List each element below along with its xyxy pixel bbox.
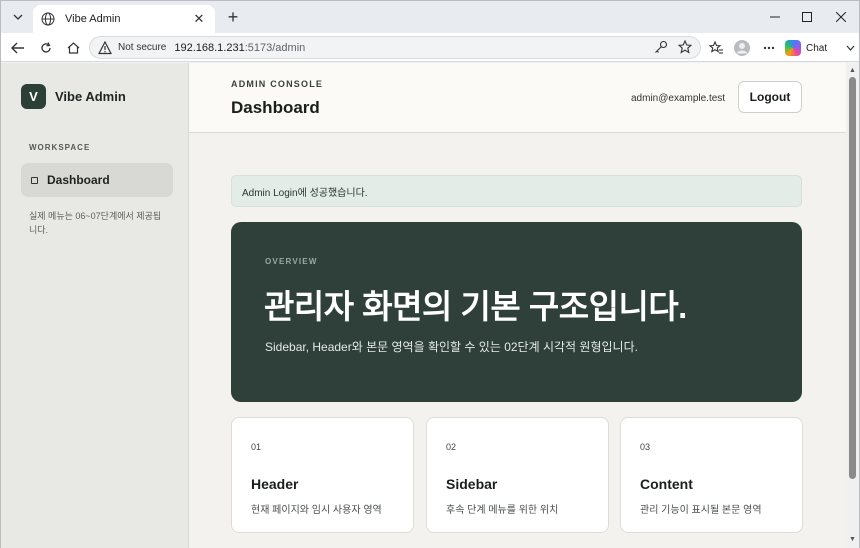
close-tab-icon[interactable]: ✕ (191, 11, 207, 27)
header-eyebrow: ADMIN CONSOLE (231, 79, 324, 89)
card-description: 후속 단계 메뉴를 위한 위치 (446, 505, 559, 516)
chevron-down-icon[interactable] (839, 37, 860, 59)
sidebar: V Vibe Admin WORKSPACE Dashboard 실제 메뉴는 … (1, 63, 189, 548)
home-icon[interactable] (62, 37, 84, 59)
card-title: Header (251, 476, 299, 492)
sidebar-item-label: Dashboard (47, 173, 110, 187)
tab-strip: Vibe Admin ✕ + (1, 1, 859, 33)
scrollbar-thumb[interactable] (849, 77, 856, 479)
hero-subtitle: Sidebar, Header와 본문 영역을 확인할 수 있는 02단계 시각… (265, 340, 638, 354)
card-title: Content (640, 476, 693, 492)
overview-hero: OVERVIEW 관리자 화면의 기본 구조입니다. Sidebar, Head… (231, 222, 802, 402)
hero-eyebrow: OVERVIEW (265, 257, 318, 266)
copilot-icon (785, 40, 801, 56)
card-description: 현재 페이지와 임시 사용자 영역 (251, 505, 382, 516)
back-arrow-icon[interactable] (7, 37, 29, 59)
sidebar-item-dashboard[interactable]: Dashboard (21, 163, 173, 197)
card-number: 03 (640, 442, 651, 452)
maximize-icon[interactable] (796, 7, 818, 27)
brand[interactable]: V Vibe Admin (21, 84, 126, 109)
info-card: 02 Sidebar 후속 단계 메뉴를 위한 위치 (426, 417, 609, 533)
chat-button[interactable]: Chat (785, 37, 827, 59)
main-area: ADMIN CONSOLE Dashboard admin@example.te… (189, 63, 846, 548)
card-number: 01 (251, 442, 262, 452)
browser-toolbar: Not secure 192.168.1.231 :5173/admin Cha… (1, 33, 859, 62)
brand-logo: V (21, 84, 46, 109)
globe-icon (41, 12, 55, 26)
warning-icon (98, 40, 112, 54)
hero-title: 관리자 화면의 기본 구조입니다. (264, 288, 687, 325)
success-alert: Admin Login에 성공했습니다. (231, 175, 802, 207)
scroll-up-icon[interactable]: ▲ (849, 67, 856, 74)
browser-window: Vibe Admin ✕ + Not secure 192.168.1.231 … (0, 0, 860, 548)
profile-avatar-icon[interactable] (731, 37, 753, 59)
vertical-scrollbar[interactable]: ▲ ▼ (846, 63, 859, 548)
bookmark-star-icon[interactable] (678, 40, 692, 54)
new-tab-button[interactable]: + (223, 7, 243, 27)
browser-tab[interactable]: Vibe Admin ✕ (33, 5, 215, 33)
chat-label: Chat (806, 42, 828, 54)
address-bar[interactable]: Not secure 192.168.1.231 :5173/admin (89, 36, 701, 59)
more-menu-icon[interactable] (758, 37, 780, 59)
user-email: admin@example.test (631, 93, 726, 104)
url-host: 192.168.1.231 (174, 41, 245, 54)
scroll-down-icon[interactable]: ▼ (849, 536, 856, 543)
info-card: 01 Header 현재 페이지와 임시 사용자 영역 (231, 417, 414, 533)
reload-icon[interactable] (35, 37, 57, 59)
tab-search-icon[interactable] (7, 7, 29, 27)
page-header: ADMIN CONSOLE Dashboard admin@example.te… (189, 63, 846, 133)
info-card: 03 Content 관리 기능이 표시될 본문 영역 (620, 417, 803, 533)
square-icon (31, 176, 38, 184)
logout-button[interactable]: Logout (738, 81, 802, 113)
page-viewport: V Vibe Admin WORKSPACE Dashboard 실제 메뉴는 … (1, 63, 859, 548)
sidebar-section-label: WORKSPACE (29, 143, 91, 152)
minimize-icon[interactable] (764, 7, 786, 27)
card-number: 02 (446, 442, 457, 452)
url-path: :5173/admin (244, 41, 306, 54)
card-title: Sidebar (446, 476, 498, 492)
card-description: 관리 기능이 표시될 본문 영역 (640, 505, 762, 516)
page-title: Dashboard (231, 98, 320, 117)
tab-title: Vibe Admin (65, 13, 121, 25)
favorites-icon[interactable] (705, 37, 727, 59)
brand-name: Vibe Admin (55, 89, 126, 104)
close-window-icon[interactable] (830, 7, 852, 27)
key-icon[interactable] (654, 40, 668, 54)
sidebar-note: 실제 메뉴는 06~07단계에서 제공됩니다. (29, 211, 162, 235)
security-label: Not secure (118, 42, 167, 53)
